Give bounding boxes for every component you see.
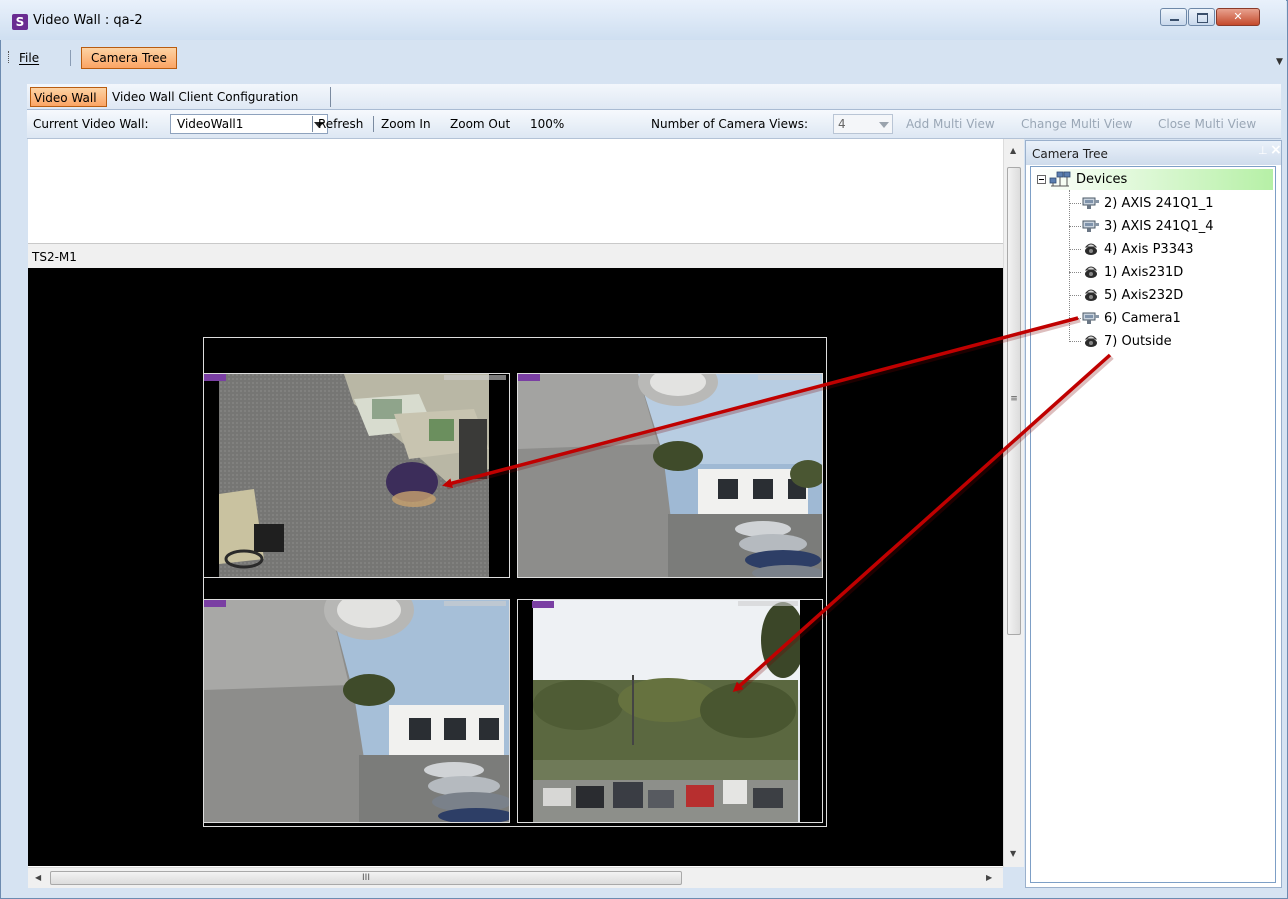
tree-item-camera[interactable]: 6) Camera1 bbox=[1069, 308, 1269, 328]
tree-item-label: 3) AXIS 241Q1_4 bbox=[1104, 219, 1214, 234]
network-devices-icon bbox=[1049, 171, 1071, 187]
tree-node-devices-label: Devices bbox=[1076, 172, 1128, 187]
number-of-camera-views-value: 4 bbox=[838, 117, 846, 131]
outside-camera-feed bbox=[518, 600, 822, 822]
dome-camera-icon bbox=[1084, 266, 1098, 278]
zoom-in-button[interactable]: Zoom In bbox=[381, 117, 431, 131]
tree-item-label: 1) Axis231D bbox=[1104, 265, 1184, 280]
tree-item-camera[interactable]: 2) AXIS 241Q1_1 bbox=[1069, 193, 1269, 213]
scroll-grip-icon: III bbox=[362, 873, 370, 883]
horizontal-scrollbar[interactable]: ◀ III ▶ bbox=[28, 867, 1003, 888]
office-camera-feed bbox=[204, 374, 509, 577]
zoom-level: 100% bbox=[530, 117, 565, 131]
current-video-wall-value: VideoWall1 bbox=[177, 117, 244, 131]
add-multi-view-button[interactable]: Add Multi View bbox=[906, 117, 995, 131]
toolbar-divider bbox=[373, 116, 374, 132]
dome-camera-icon bbox=[1084, 335, 1098, 347]
close-window-button[interactable]: ✕ bbox=[1216, 8, 1260, 26]
window-title: Video Wall : qa-2 bbox=[33, 13, 143, 28]
tree-item-label: 2) AXIS 241Q1_1 bbox=[1104, 196, 1214, 211]
overflow-chevron-icon[interactable]: ▼ bbox=[1276, 57, 1283, 67]
camera-view-tile-1[interactable] bbox=[203, 373, 510, 578]
video-server-icon bbox=[1082, 197, 1099, 209]
maximize-icon bbox=[1189, 9, 1214, 25]
menu-grip-icon[interactable] bbox=[8, 51, 11, 63]
collapse-node-icon[interactable] bbox=[1037, 175, 1046, 184]
building-camera-feed-2 bbox=[204, 600, 509, 822]
video-server-icon bbox=[1082, 312, 1099, 324]
maximize-button[interactable] bbox=[1188, 8, 1215, 26]
close-multi-view-button[interactable]: Close Multi View bbox=[1158, 117, 1256, 131]
chevron-down-icon bbox=[879, 122, 889, 128]
building-camera-feed-1 bbox=[518, 374, 822, 577]
tree-item-label: 7) Outside bbox=[1104, 334, 1172, 349]
dome-camera-icon bbox=[1084, 243, 1098, 255]
zoom-out-button[interactable]: Zoom Out bbox=[450, 117, 510, 131]
minimize-button[interactable] bbox=[1160, 8, 1187, 26]
scroll-left-icon[interactable]: ◀ bbox=[35, 873, 41, 882]
scroll-right-icon[interactable]: ▶ bbox=[986, 873, 992, 882]
scroll-up-icon[interactable]: ▲ bbox=[1010, 146, 1016, 155]
tree-item-label: 4) Axis P3343 bbox=[1104, 242, 1194, 257]
camera-view-tile-3[interactable] bbox=[203, 599, 510, 823]
scroll-down-icon[interactable]: ▼ bbox=[1010, 849, 1016, 858]
toolbar-divider bbox=[312, 116, 313, 132]
dome-camera-icon bbox=[1084, 289, 1098, 301]
scroll-grip-icon: ≡ bbox=[1010, 394, 1018, 404]
number-of-camera-views-label: Number of Camera Views: bbox=[651, 117, 809, 131]
change-multi-view-button[interactable]: Change Multi View bbox=[1021, 117, 1132, 131]
video-wall-toolbar: Current Video Wall: VideoWall1 Refresh Z… bbox=[27, 110, 1281, 139]
camera-view-tile-2[interactable] bbox=[517, 373, 823, 578]
monitor-header: TS2-M1 bbox=[28, 243, 1003, 268]
tab-video-wall-client-configuration[interactable]: Video Wall Client Configuration bbox=[109, 87, 331, 107]
video-server-icon bbox=[1082, 220, 1099, 232]
tree-item-camera[interactable]: 3) AXIS 241Q1_4 bbox=[1069, 216, 1269, 236]
camera-tree-header: Camera Tree ⊥ × bbox=[1026, 141, 1282, 165]
tree-item-camera[interactable]: 4) Axis P3343 bbox=[1069, 239, 1269, 259]
horizontal-scroll-thumb[interactable]: III bbox=[50, 871, 682, 885]
current-video-wall-select[interactable]: VideoWall1 bbox=[170, 114, 328, 134]
vertical-scroll-thumb[interactable]: ≡ bbox=[1007, 167, 1021, 635]
monitor-label: TS2-M1 bbox=[32, 250, 77, 264]
menu-divider bbox=[70, 50, 71, 66]
camera-view-tile-4[interactable] bbox=[517, 599, 823, 823]
number-of-camera-views-select[interactable]: 4 bbox=[833, 114, 893, 134]
close-icon: ✕ bbox=[1233, 10, 1243, 23]
close-panel-icon[interactable]: × bbox=[1270, 142, 1282, 158]
menu-camera-tree-button[interactable]: Camera Tree bbox=[81, 47, 177, 69]
menu-bar: File Camera Tree ▼ bbox=[1, 45, 1285, 71]
tree-item-camera[interactable]: 7) Outside bbox=[1069, 331, 1269, 351]
vertical-scrollbar[interactable]: ▲ ≡ ▼ bbox=[1003, 139, 1024, 867]
tree-item-camera[interactable]: 1) Axis231D bbox=[1069, 262, 1269, 282]
refresh-button[interactable]: Refresh bbox=[318, 117, 363, 131]
tree-item-camera[interactable]: 5) Axis232D bbox=[1069, 285, 1269, 305]
minimize-icon bbox=[1161, 9, 1186, 25]
tree-item-label: 6) Camera1 bbox=[1104, 311, 1181, 326]
tree-item-label: 5) Axis232D bbox=[1104, 288, 1184, 303]
tab-video-wall[interactable]: Video Wall bbox=[30, 87, 107, 107]
menu-file[interactable]: File bbox=[19, 51, 39, 65]
camera-tree-title: Camera Tree bbox=[1032, 147, 1108, 161]
pin-icon[interactable]: ⊥ bbox=[1258, 144, 1268, 157]
current-video-wall-label: Current Video Wall: bbox=[33, 117, 149, 131]
title-bar: S Video Wall : qa-2 ✕ bbox=[0, 0, 1286, 40]
tab-bar: Video Wall Video Wall Client Configurati… bbox=[27, 84, 1281, 110]
app-logo-icon: S bbox=[12, 14, 28, 30]
